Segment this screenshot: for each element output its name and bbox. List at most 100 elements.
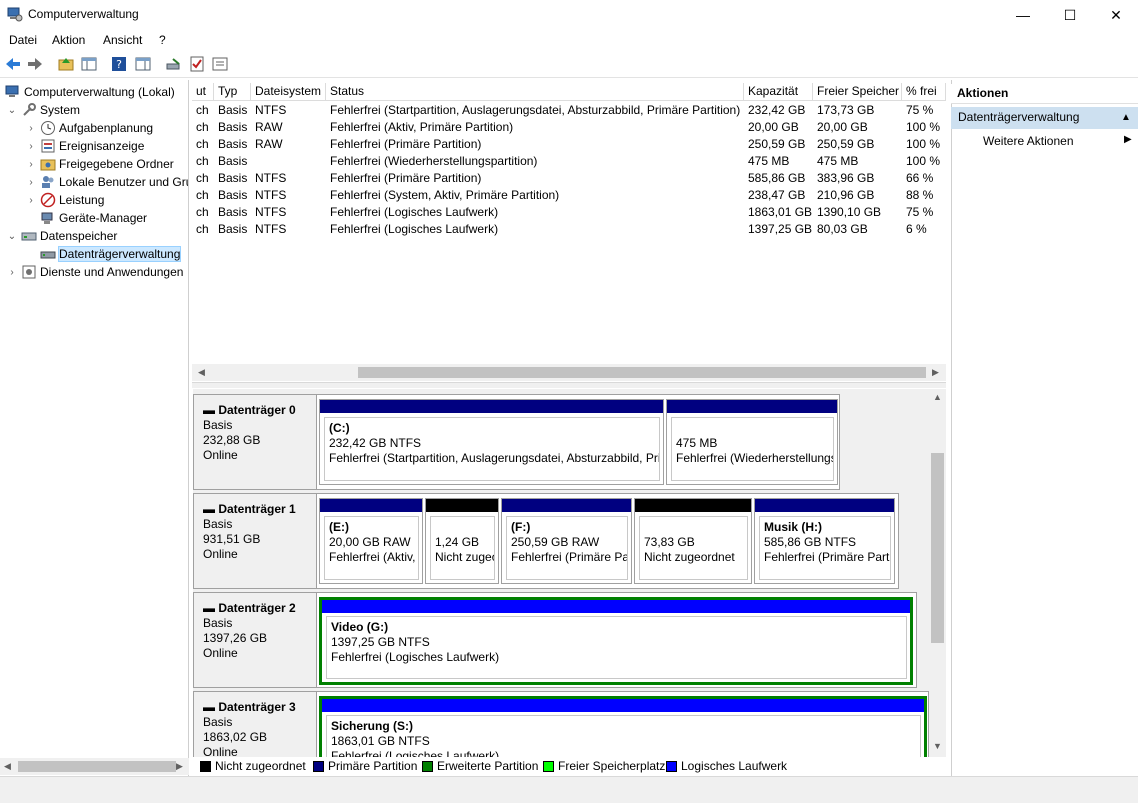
- back-arrow-icon[interactable]: [4, 55, 22, 73]
- tree-item-benutzer[interactable]: › Lokale Benutzer und Gruppen: [25, 173, 188, 191]
- cell-dateisystem: NTFS: [255, 222, 287, 236]
- table-row[interactable]: ch Basis RAW Fehlerfrei (Primäre Partition)…: [192, 136, 946, 153]
- connect-drive-icon[interactable]: [165, 55, 183, 73]
- scroll-thumb[interactable]: [358, 367, 926, 378]
- scroll-thumb[interactable]: [18, 761, 176, 772]
- tree-item-freigaben[interactable]: › Freigegebene Ordner: [25, 155, 173, 173]
- scroll-down-icon[interactable]: ▼: [933, 741, 942, 751]
- tree-item-datenspeicher[interactable]: ⌄ Datenspeicher: [6, 227, 118, 245]
- menu-aktion[interactable]: Aktion: [52, 33, 85, 47]
- legend-swatch: [200, 760, 211, 772]
- chevron-right-icon[interactable]: ›: [25, 123, 37, 134]
- column-header-kapazitaet[interactable]: Kapazität: [744, 83, 813, 101]
- shared-folder-icon: [40, 156, 56, 172]
- scroll-left-icon[interactable]: ◀: [4, 761, 11, 772]
- table-row[interactable]: ch Basis NTFS Fehlerfrei (Logisches Laufwer…: [192, 221, 946, 238]
- checklist-icon[interactable]: [188, 55, 206, 73]
- pane-splitter[interactable]: [192, 382, 946, 388]
- menu-ansicht[interactable]: Ansicht: [103, 33, 142, 47]
- cell-freier-speicher: 1390,10 GB: [817, 205, 882, 219]
- partition-g[interactable]: Video (G:) 1397,25 GB NTFS Fehlerfrei (L…: [319, 597, 913, 685]
- cell-prozent-frei: 100 %: [906, 137, 941, 151]
- menu-datei[interactable]: Datei: [9, 33, 37, 47]
- tree-item-ereignisanzeige[interactable]: › Ereignisanzeige: [25, 137, 144, 155]
- properties-icon[interactable]: [211, 55, 229, 73]
- disk-label-2[interactable]: ▬ Datenträger 2 Basis 1397,26 GB Online: [193, 592, 316, 688]
- chevron-right-icon[interactable]: ›: [25, 195, 37, 206]
- column-header-status[interactable]: Status: [326, 83, 744, 101]
- action-pane-icon[interactable]: [134, 55, 152, 73]
- cell-status: Fehlerfrei (System, Aktiv, Primäre Parti…: [330, 188, 560, 202]
- collapse-up-icon[interactable]: ▲: [1121, 107, 1131, 128]
- column-header-typ[interactable]: Typ: [214, 83, 251, 101]
- table-row[interactable]: ch Basis NTFS Fehlerfrei (Startpartition, A…: [192, 102, 946, 119]
- chevron-down-icon[interactable]: ⌄: [6, 231, 18, 242]
- tree-item-root[interactable]: Computerverwaltung (Lokal): [2, 83, 175, 101]
- close-button[interactable]: ✕: [1093, 0, 1138, 30]
- partition-unallocated-1[interactable]: 1,24 GB Nicht zugeordnet: [425, 498, 499, 584]
- scroll-left-icon[interactable]: ◀: [198, 367, 205, 378]
- cell-layout: ch: [196, 103, 209, 117]
- partition-c[interactable]: (C:) 232,42 GB NTFS Fehlerfrei (Startpar…: [319, 399, 664, 485]
- cell-kapazitaet: 232,42 GB: [748, 103, 806, 117]
- up-folder-icon[interactable]: [57, 55, 75, 73]
- tree-horizontal-scrollbar[interactable]: ◀ ▶: [0, 758, 189, 775]
- partition-h[interactable]: Musik (H:) 585,86 GB NTFS Fehlerfrei (Pr…: [754, 498, 895, 584]
- tree-item-datentraegerverwaltung[interactable]: Datenträgerverwaltung: [37, 245, 182, 263]
- chevron-right-icon[interactable]: ›: [25, 177, 37, 188]
- menu-help[interactable]: ?: [159, 33, 166, 47]
- table-row[interactable]: ch Basis NTFS Fehlerfrei (System, Aktiv, Pr…: [192, 187, 946, 204]
- scroll-thumb[interactable]: [931, 453, 944, 643]
- actions-more[interactable]: Weitere Aktionen: [983, 134, 1074, 149]
- scroll-up-icon[interactable]: ▲: [933, 392, 942, 402]
- table-row[interactable]: ch Basis NTFS Fehlerfrei (Primäre Partition…: [192, 170, 946, 187]
- device-manager-icon: [40, 210, 56, 226]
- chevron-right-icon[interactable]: ›: [25, 141, 37, 152]
- chevron-right-icon[interactable]: ›: [6, 267, 18, 278]
- cell-layout: ch: [196, 137, 209, 151]
- tree-item-system[interactable]: ⌄ System: [6, 101, 80, 119]
- legend-unallocated: Nicht zugeordnet: [200, 759, 306, 773]
- partition-s[interactable]: Sicherung (S:) 1863,01 GB NTFS Fehlerfre…: [319, 696, 927, 757]
- disk-view-vertical-scrollbar[interactable]: ▲ ▼: [929, 389, 946, 757]
- tree-item-aufgabenplanung[interactable]: › Aufgabenplanung: [25, 119, 153, 137]
- chevron-right-icon[interactable]: ›: [25, 159, 37, 170]
- disk-row-1: (E:) 20,00 GB RAW Fehlerfrei (Aktiv, Pri…: [316, 493, 899, 589]
- help-icon[interactable]: ?: [110, 55, 128, 73]
- tree-item-leistung[interactable]: › Leistung: [25, 191, 104, 209]
- cell-kapazitaet: 585,86 GB: [748, 171, 806, 185]
- cell-status: Fehlerfrei (Wiederherstellungspartition): [330, 154, 538, 168]
- partition-e[interactable]: (E:) 20,00 GB RAW Fehlerfrei (Aktiv, Pri…: [319, 498, 423, 584]
- actions-section-datentraegerverwaltung[interactable]: Datenträgerverwaltung ▲: [951, 107, 1138, 129]
- chevron-down-icon[interactable]: ⌄: [6, 105, 18, 116]
- column-header-layout[interactable]: ut: [192, 83, 214, 101]
- volume-list-horizontal-scrollbar[interactable]: ◀ ▶: [192, 364, 946, 381]
- minimize-button[interactable]: —: [1000, 0, 1046, 30]
- scroll-right-icon[interactable]: ▶: [176, 761, 183, 772]
- column-header-dateisystem[interactable]: Dateisystem: [251, 83, 326, 101]
- table-row[interactable]: ch Basis Fehlerfrei (Wiederherstellungspar…: [192, 153, 946, 170]
- partition-unallocated-2[interactable]: 73,83 GB Nicht zugeordnet: [634, 498, 752, 584]
- console-tree-icon[interactable]: [80, 55, 98, 73]
- tree-item-dienste[interactable]: › Dienste und Anwendungen: [6, 263, 183, 281]
- column-header-freier-speicher[interactable]: Freier Speicher: [813, 83, 902, 101]
- forward-arrow-icon[interactable]: [26, 55, 44, 73]
- close-icon: ✕: [1110, 6, 1122, 23]
- column-header-prozent-frei[interactable]: % frei: [902, 83, 946, 101]
- tree-item-geraete[interactable]: Geräte-Manager: [37, 209, 147, 227]
- maximize-button[interactable]: ☐: [1047, 0, 1093, 30]
- disk-label-3[interactable]: ▬ Datenträger 3 Basis 1863,02 GB Online: [193, 691, 316, 757]
- disk-label-1[interactable]: ▬ Datenträger 1 Basis 931,51 GB Online: [193, 493, 316, 589]
- table-row[interactable]: ch Basis NTFS Fehlerfrei (Logisches Laufwer…: [192, 204, 946, 221]
- partition-recovery[interactable]: 475 MB Fehlerfrei (Wiederherstellungspar…: [666, 399, 838, 485]
- table-row[interactable]: ch Basis RAW Fehlerfrei (Aktiv, Primäre Par…: [192, 119, 946, 136]
- title-bar: Computerverwaltung — ☐ ✕: [0, 0, 1138, 30]
- disk-icon: ▬: [203, 502, 219, 516]
- cell-typ: Basis: [218, 188, 248, 202]
- disk-type: Basis: [203, 418, 233, 432]
- partition-f[interactable]: (F:) 250,59 GB RAW Fehlerfrei (Primäre P…: [501, 498, 632, 584]
- disk-label-0[interactable]: ▬ Datenträger 0 Basis 232,88 GB Online: [193, 394, 316, 490]
- scroll-right-icon[interactable]: ▶: [932, 367, 939, 378]
- cell-prozent-frei: 100 %: [906, 120, 941, 134]
- disk-state: Online: [203, 646, 238, 660]
